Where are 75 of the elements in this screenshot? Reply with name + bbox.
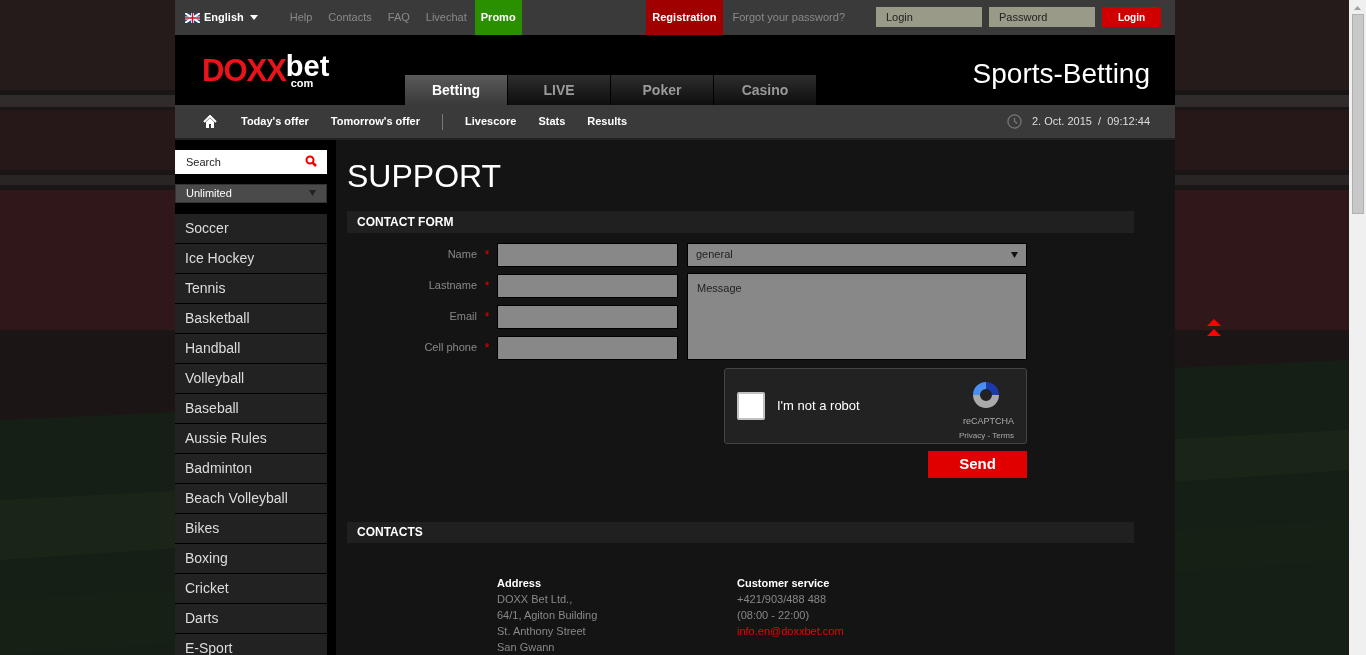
scrollbar-thumb[interactable] [1351, 14, 1364, 214]
contact-text: (08:00 - 22:00) [737, 608, 811, 623]
field-label: Cell phone [423, 340, 477, 356]
sport-item[interactable]: Aussie Rules [175, 423, 327, 453]
contact-text: San Gwann [497, 640, 556, 655]
input-field[interactable] [497, 273, 678, 298]
sport-item[interactable]: Ice Hockey [175, 243, 327, 273]
registration-link[interactable]: Registration [646, 0, 723, 35]
field-label: Email [448, 309, 477, 325]
contact-text: 64/1, Agiton Building [497, 608, 599, 623]
sport-item[interactable]: E-Sport [175, 633, 327, 655]
date-time: 2. Oct. 2015 / 09:12:44 [1031, 114, 1150, 130]
captcha-checkbox[interactable] [737, 391, 765, 420]
nav-link[interactable]: Tomorrow's offer [330, 113, 420, 130]
input-field[interactable] [497, 304, 678, 329]
sport-item[interactable]: Soccer [175, 213, 327, 243]
sport-item[interactable]: Darts [175, 603, 327, 633]
captcha-brand: reCAPTCHA [963, 414, 1014, 428]
input-field[interactable] [497, 335, 678, 360]
sport-item[interactable]: Bikes [175, 513, 327, 543]
nav-link[interactable]: Results [587, 113, 628, 130]
captcha-label: I'm not a robot [777, 396, 860, 415]
home-icon[interactable] [203, 115, 217, 128]
nav-tab[interactable]: Casino [714, 75, 816, 105]
send-button[interactable]: Send [928, 450, 1027, 478]
sport-item[interactable]: Boxing [175, 543, 327, 573]
input-field[interactable] [497, 242, 678, 267]
sport-item[interactable]: Tennis [175, 273, 327, 303]
login-field[interactable]: Login [876, 7, 982, 27]
contact-text: St. Anthony Street [497, 624, 587, 639]
language-selector[interactable]: English [175, 0, 268, 35]
field-label: Lastname [427, 278, 477, 294]
contact-text: +421/903/488 488 [737, 592, 827, 607]
required-marker: * [484, 277, 490, 295]
caret-icon [308, 190, 316, 197]
clock-icon [1006, 114, 1022, 129]
nav-tab[interactable]: Betting [405, 75, 507, 105]
search-field[interactable]: Search [175, 150, 327, 174]
page-title: Sports-Betting [972, 57, 1150, 91]
caret-icon [1011, 251, 1018, 258]
message-field[interactable]: Message [687, 272, 1027, 360]
nav-link[interactable]: Stats [538, 113, 566, 130]
required-marker: * [484, 339, 490, 357]
flag-icon [185, 12, 200, 23]
promo-link[interactable]: Promo [474, 0, 522, 35]
password-field[interactable]: Password [989, 7, 1095, 27]
sport-item[interactable]: Badminton [175, 453, 327, 483]
nav-link[interactable]: Livescore [465, 113, 517, 130]
login-button[interactable]: Login [1102, 7, 1161, 27]
contact-heading: Address [497, 576, 543, 591]
required-marker: * [484, 308, 490, 326]
sport-item[interactable]: Volleyball [175, 363, 327, 393]
section-heading: CONTACTS [347, 521, 1134, 543]
section-heading: CONTACT FORM [347, 211, 1134, 233]
sport-item[interactable]: Baseball [175, 393, 327, 423]
sport-item[interactable]: Beach Volleyball [175, 483, 327, 513]
nav-tab[interactable]: LIVE [508, 75, 610, 105]
contact-text: DOXX Bet Ltd., [497, 592, 574, 607]
required-marker: * [484, 246, 490, 264]
page-heading: SUPPORT [347, 157, 503, 196]
nav-link[interactable]: Today's offer [241, 113, 309, 130]
search-icon [304, 155, 317, 167]
contact-heading: Customer service [737, 576, 831, 591]
scroll-to-top-icon[interactable] [1207, 319, 1221, 336]
scrollbar[interactable] [1349, 0, 1366, 655]
caret-icon [249, 15, 258, 20]
sport-item[interactable]: Basketball [175, 303, 327, 333]
topic-dropdown[interactable]: general [687, 242, 1027, 267]
email-link[interactable]: info.en@doxxbet.com [737, 623, 977, 639]
sport-item[interactable]: Handball [175, 333, 327, 363]
sport-item[interactable]: Cricket [175, 573, 327, 603]
field-label: Name [446, 247, 477, 263]
filter-dropdown[interactable]: Unlimited [175, 184, 327, 203]
nav-tab[interactable]: Poker [611, 75, 713, 105]
captcha-links[interactable]: Privacy - Terms [959, 429, 1014, 442]
